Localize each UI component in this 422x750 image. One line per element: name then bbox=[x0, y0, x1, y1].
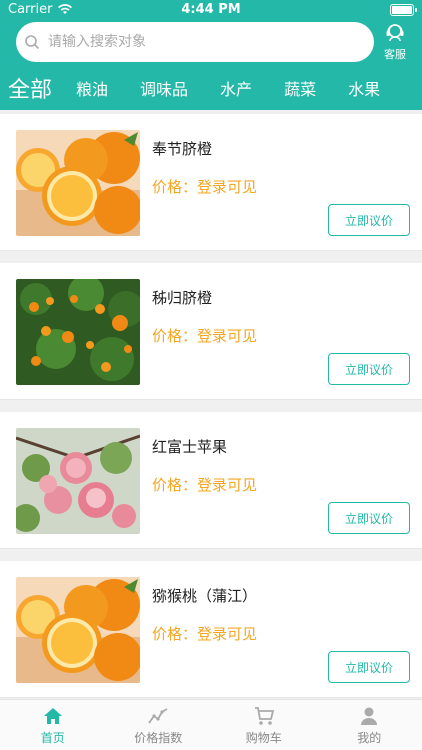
product-price: 价格：登录可见 bbox=[152, 327, 258, 345]
product-price: 价格：登录可见 bbox=[152, 625, 258, 643]
top-bar: 客服 bbox=[0, 20, 422, 66]
tab-fruits[interactable]: 水果 bbox=[348, 76, 380, 100]
headset-icon bbox=[386, 24, 404, 42]
bottom-tab-bar: 首页 价格指数 购物车 我的 bbox=[0, 699, 422, 750]
tab-condiments[interactable]: 调味品 bbox=[140, 76, 188, 100]
tabbar-home-label: 首页 bbox=[40, 730, 65, 745]
cart-icon bbox=[254, 706, 274, 725]
battery-icon bbox=[390, 4, 417, 16]
tab-vegetables[interactable]: 蔬菜 bbox=[284, 76, 316, 100]
tabbar-mine[interactable]: 我的 bbox=[317, 700, 422, 750]
chart-icon bbox=[148, 707, 168, 724]
product-name: 猕猴桃（蒲江） bbox=[152, 587, 258, 605]
tabbar-mine-label: 我的 bbox=[357, 730, 382, 745]
negotiate-button[interactable]: 立即议价 bbox=[328, 651, 410, 683]
product-name: 红富士苹果 bbox=[152, 438, 228, 456]
search-input[interactable] bbox=[46, 33, 350, 51]
product-image bbox=[16, 130, 140, 236]
tabbar-price-index-label: 价格指数 bbox=[134, 730, 183, 745]
tabbar-cart-label: 购物车 bbox=[245, 730, 282, 745]
tab-all[interactable]: 全部 bbox=[8, 72, 52, 104]
product-image bbox=[16, 279, 140, 385]
tab-seafood[interactable]: 水产 bbox=[220, 76, 252, 100]
product-image bbox=[16, 577, 140, 683]
product-image bbox=[16, 428, 140, 534]
customer-service-label: 客服 bbox=[384, 48, 406, 61]
clock: 4:44 PM bbox=[181, 2, 241, 17]
product-list[interactable]: 奉节脐橙 价格：登录可见 立即议价 秭归脐橙 价格：登录可见 立即议价 红富士苹… bbox=[0, 110, 422, 700]
negotiate-button[interactable]: 立即议价 bbox=[328, 353, 410, 385]
customer-service-button[interactable]: 客服 bbox=[380, 22, 410, 62]
tab-grain-oil[interactable]: 粮油 bbox=[76, 76, 108, 100]
home-icon bbox=[43, 707, 62, 724]
product-card[interactable]: 猕猴桃（蒲江） 价格：登录可见 立即议价 bbox=[0, 561, 422, 698]
search-bar[interactable] bbox=[16, 22, 374, 62]
product-price: 价格：登录可见 bbox=[152, 476, 258, 494]
product-card[interactable]: 红富士苹果 价格：登录可见 立即议价 bbox=[0, 412, 422, 549]
search-icon bbox=[25, 35, 40, 50]
negotiate-button[interactable]: 立即议价 bbox=[328, 204, 410, 236]
user-icon bbox=[361, 707, 378, 725]
status-bar: Carrier 4:44 PM bbox=[0, 0, 422, 20]
product-card[interactable]: 秭归脐橙 价格：登录可见 立即议价 bbox=[0, 263, 422, 400]
product-name: 奉节脐橙 bbox=[152, 140, 213, 158]
tabbar-cart[interactable]: 购物车 bbox=[211, 700, 317, 750]
product-price: 价格：登录可见 bbox=[152, 178, 258, 196]
category-tabs: 全部 粮油 调味品 水产 蔬菜 水果 bbox=[0, 66, 422, 110]
product-name: 秭归脐橙 bbox=[152, 289, 213, 307]
product-card[interactable]: 奉节脐橙 价格：登录可见 立即议价 bbox=[0, 114, 422, 251]
negotiate-button[interactable]: 立即议价 bbox=[328, 502, 410, 534]
tabbar-home[interactable]: 首页 bbox=[0, 700, 106, 750]
tabbar-price-index[interactable]: 价格指数 bbox=[106, 700, 212, 750]
